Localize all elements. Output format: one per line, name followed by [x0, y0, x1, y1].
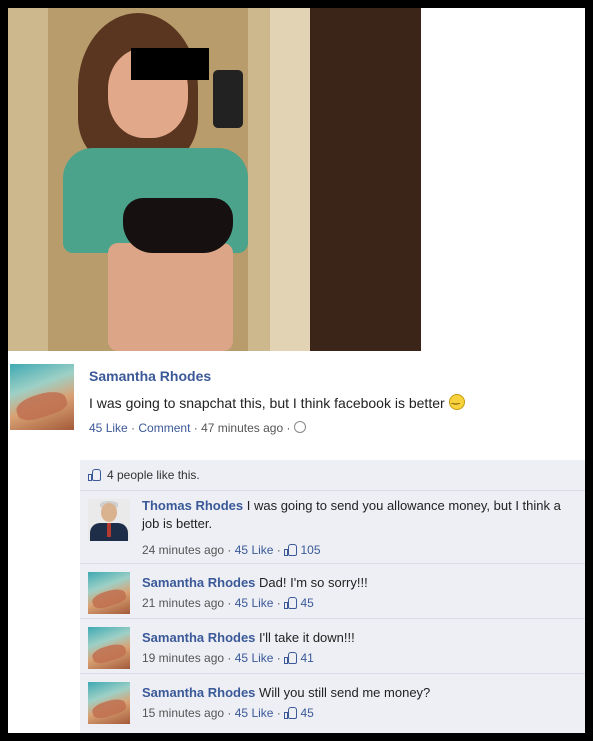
comment-thumbs-count[interactable]: 45 [300, 596, 313, 610]
commenter-avatar[interactable] [88, 499, 130, 541]
comment-text: Dad! I'm so sorry!!! [259, 575, 368, 590]
post-like-count[interactable]: 45 [89, 421, 102, 435]
post-text-content: I was going to snapchat this, but I thin… [89, 395, 445, 411]
comment-text: Will you still send me money? [259, 685, 431, 700]
thumbs-up-icon [284, 652, 298, 664]
post-comment-link[interactable]: Comment [138, 421, 190, 435]
post-meta: 45 Like · Comment · 47 minutes ago · [89, 421, 306, 435]
comment-meta: 24 minutes ago · 45 Like · 105 [142, 543, 321, 557]
thumbs-up-icon [88, 469, 101, 481]
post-text: I was going to snapchat this, but I thin… [89, 394, 465, 411]
commenter-avatar[interactable] [88, 572, 130, 614]
comment-body: Thomas Rhodes I was going to send you al… [142, 497, 581, 533]
photo-phone [213, 70, 243, 128]
comment-meta: 19 minutes ago · 45 Like · 41 [142, 651, 314, 665]
photo-torso [108, 243, 233, 351]
globe-icon [293, 421, 306, 433]
thumbs-up-icon [284, 597, 298, 609]
comment-time[interactable]: 15 minutes ago [142, 706, 224, 720]
likes-summary[interactable]: 4 people like this. [107, 468, 200, 482]
comment-time[interactable]: 19 minutes ago [142, 651, 224, 665]
comment-item: Samantha Rhodes Dad! I'm so sorry!!! 21 … [80, 564, 585, 619]
smiley-icon [448, 394, 465, 410]
commenter-avatar[interactable] [88, 627, 130, 669]
comment-author[interactable]: Samantha Rhodes [142, 685, 255, 700]
comment-body: Samantha Rhodes Dad! I'm so sorry!!! [142, 574, 581, 592]
comment-like-link[interactable]: Like [251, 543, 273, 557]
comment-time[interactable]: 21 minutes ago [142, 596, 224, 610]
comment-author[interactable]: Samantha Rhodes [142, 630, 255, 645]
comment-meta: 21 minutes ago · 45 Like · 45 [142, 596, 314, 610]
photo-bra [123, 198, 233, 253]
post-author-avatar[interactable] [10, 364, 74, 430]
comment-like-count[interactable]: 45 [235, 651, 248, 665]
comment-thumbs-count[interactable]: 45 [300, 706, 313, 720]
comment-like-count[interactable]: 45 [235, 596, 248, 610]
comment-like-link[interactable]: Like [251, 651, 273, 665]
censor-bar [131, 48, 209, 80]
comment-body: Samantha Rhodes I'll take it down!!! [142, 629, 581, 647]
comment-item: Samantha Rhodes Will you still send me m… [80, 674, 585, 733]
comment-like-count[interactable]: 45 [235, 543, 248, 557]
thumbs-up-icon [284, 544, 298, 556]
comment-item: Samantha Rhodes I'll take it down!!! 19 … [80, 619, 585, 674]
comment-like-link[interactable]: Like [251, 706, 273, 720]
comment-time[interactable]: 24 minutes ago [142, 543, 224, 557]
comment-meta: 15 minutes ago · 45 Like · 45 [142, 706, 314, 720]
comment-author[interactable]: Samantha Rhodes [142, 575, 255, 590]
post-time[interactable]: 47 minutes ago [201, 421, 283, 435]
comment-author[interactable]: Thomas Rhodes [142, 498, 243, 513]
comment-thumbs-count[interactable]: 105 [300, 543, 320, 557]
comment-item: Thomas Rhodes I was going to send you al… [80, 491, 585, 564]
comment-thumbs-count[interactable]: 41 [300, 651, 313, 665]
comment-text: I'll take it down!!! [259, 630, 355, 645]
comment-like-link[interactable]: Like [251, 596, 273, 610]
comment-body: Samantha Rhodes Will you still send me m… [142, 684, 581, 702]
likes-summary-row: 4 people like this. [80, 460, 585, 491]
photo-curtain [308, 8, 421, 351]
thumbs-up-icon [284, 707, 298, 719]
comment-like-count[interactable]: 45 [235, 706, 248, 720]
post-like-link[interactable]: Like [106, 421, 128, 435]
commenter-avatar[interactable] [88, 682, 130, 724]
photo-mirror-edge [270, 8, 310, 351]
post-author-name[interactable]: Samantha Rhodes [89, 368, 211, 384]
post-photo[interactable] [8, 8, 421, 351]
facebook-post-card: Samantha Rhodes I was going to snapchat … [8, 8, 585, 733]
comments-section: 4 people like this. Thomas Rhodes I was … [80, 460, 585, 733]
